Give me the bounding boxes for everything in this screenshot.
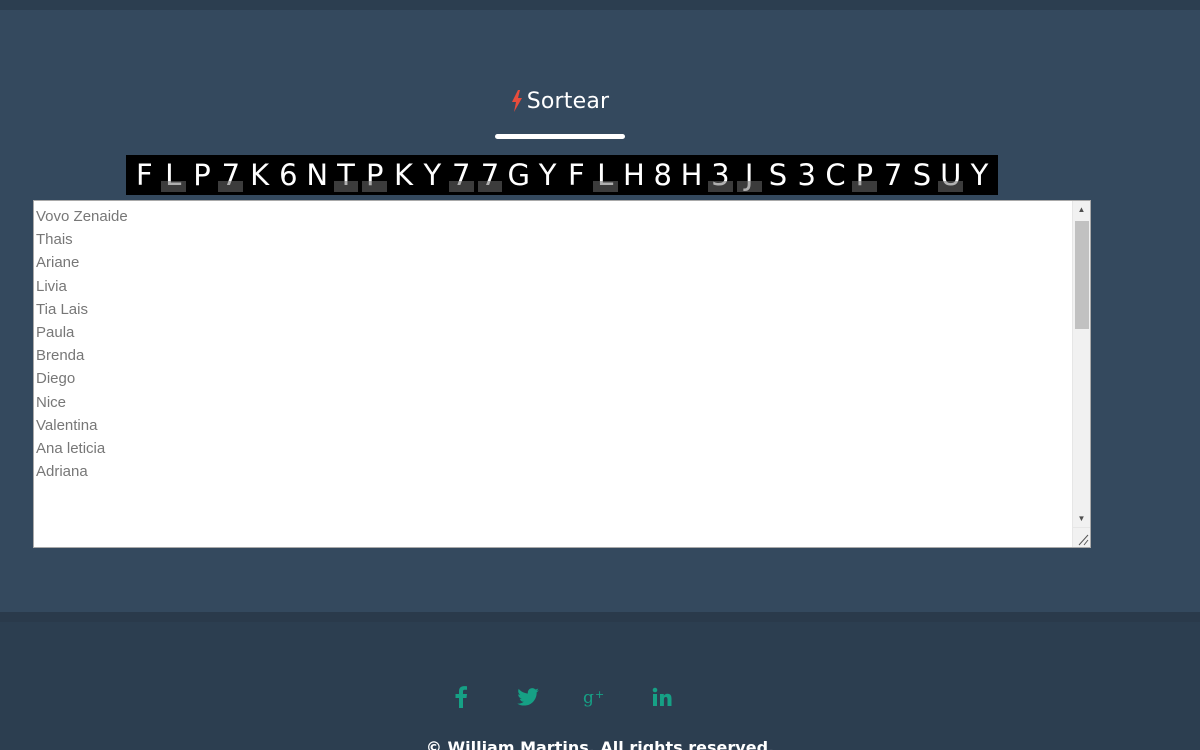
captcha-char: P [850, 155, 879, 195]
draw-button-underline [495, 134, 625, 139]
facebook-icon[interactable] [446, 682, 476, 712]
resize-grip-icon [1078, 534, 1089, 546]
list-item: Diego [36, 370, 76, 388]
scroll-thumb[interactable] [1075, 221, 1089, 329]
list-item: Tia Lais [36, 300, 88, 318]
footer: g + © William Martins. All rights reserv… [0, 612, 1200, 750]
captcha-char: P [193, 158, 211, 192]
captcha-char: 7 [476, 155, 505, 195]
captcha-char: C [825, 158, 846, 192]
list-item: Nice [36, 393, 67, 411]
vertical-scrollbar[interactable]: ▲ ▼ [1072, 201, 1090, 527]
captcha-char: 3 [706, 155, 735, 195]
captcha-char: P [360, 155, 389, 195]
twitter-icon[interactable] [513, 682, 543, 712]
captcha-char: Y [970, 158, 989, 192]
main-section: Sortear FLP7K6NTPKY77GYFLH8H3JS3CP7SUY V… [0, 10, 1200, 612]
list-item: Ariane [36, 254, 80, 272]
captcha-char: Y [423, 158, 442, 192]
top-strip [0, 0, 1200, 10]
copyright-text: © William Martins. All rights reserved. [425, 738, 775, 750]
captcha-char: T [332, 155, 361, 195]
bolt-icon [511, 90, 522, 112]
list-item: Adriana [36, 463, 88, 481]
captcha-char: 7 [447, 155, 476, 195]
footer-divider [0, 612, 1200, 622]
captcha-char: 7 [883, 158, 903, 192]
captcha-strip: FLP7K6NTPKY77GYFLH8H3JS3CP7SUY [126, 155, 998, 195]
names-list: Vovo Zenaide Thais Ariane Livia Tia Lais Paul… [36, 205, 128, 483]
list-item: Livia [36, 277, 67, 295]
captcha-char: L [591, 155, 620, 195]
draw-button-label: Sortear [526, 88, 610, 114]
svg-text:g: g [583, 688, 594, 707]
svg-text:+: + [595, 688, 604, 701]
list-item: Vovo Zenaide [36, 208, 128, 225]
captcha-char: U [936, 155, 965, 195]
captcha-char: K [394, 158, 414, 192]
captcha-char: 6 [279, 158, 298, 192]
captcha-char: H [680, 158, 703, 192]
captcha-char: S [768, 158, 788, 192]
captcha-char: K [250, 158, 270, 192]
list-item: Ana leticia [36, 440, 106, 458]
scroll-up-icon[interactable]: ▲ [1073, 201, 1090, 218]
names-textarea[interactable]: Vovo Zenaide Thais Ariane Livia Tia Lais Paul… [33, 200, 1091, 548]
captcha-char: L [159, 155, 188, 195]
captcha-char: G [507, 158, 530, 192]
draw-button-content: Sortear [495, 78, 625, 124]
draw-button[interactable]: Sortear [495, 78, 625, 140]
captcha-char: S [912, 158, 932, 192]
google-plus-icon[interactable]: g + [580, 682, 610, 712]
captcha-char: 7 [216, 155, 245, 195]
scroll-down-icon[interactable]: ▼ [1073, 510, 1090, 527]
list-item: Thais [36, 231, 73, 249]
captcha-char: F [136, 158, 153, 192]
captcha-char: 8 [653, 158, 672, 192]
captcha-char: H [623, 158, 645, 192]
captcha-char: Y [538, 158, 557, 192]
captcha-char: F [568, 158, 585, 192]
list-item: Paula [36, 324, 75, 342]
captcha-char: N [306, 158, 329, 192]
list-item: Valentina [36, 416, 98, 434]
resize-handle[interactable] [1072, 527, 1090, 547]
list-item: Brenda [36, 347, 85, 365]
linkedin-icon[interactable] [647, 682, 677, 712]
captcha-char: 3 [797, 158, 816, 192]
captcha-char: J [735, 155, 764, 195]
